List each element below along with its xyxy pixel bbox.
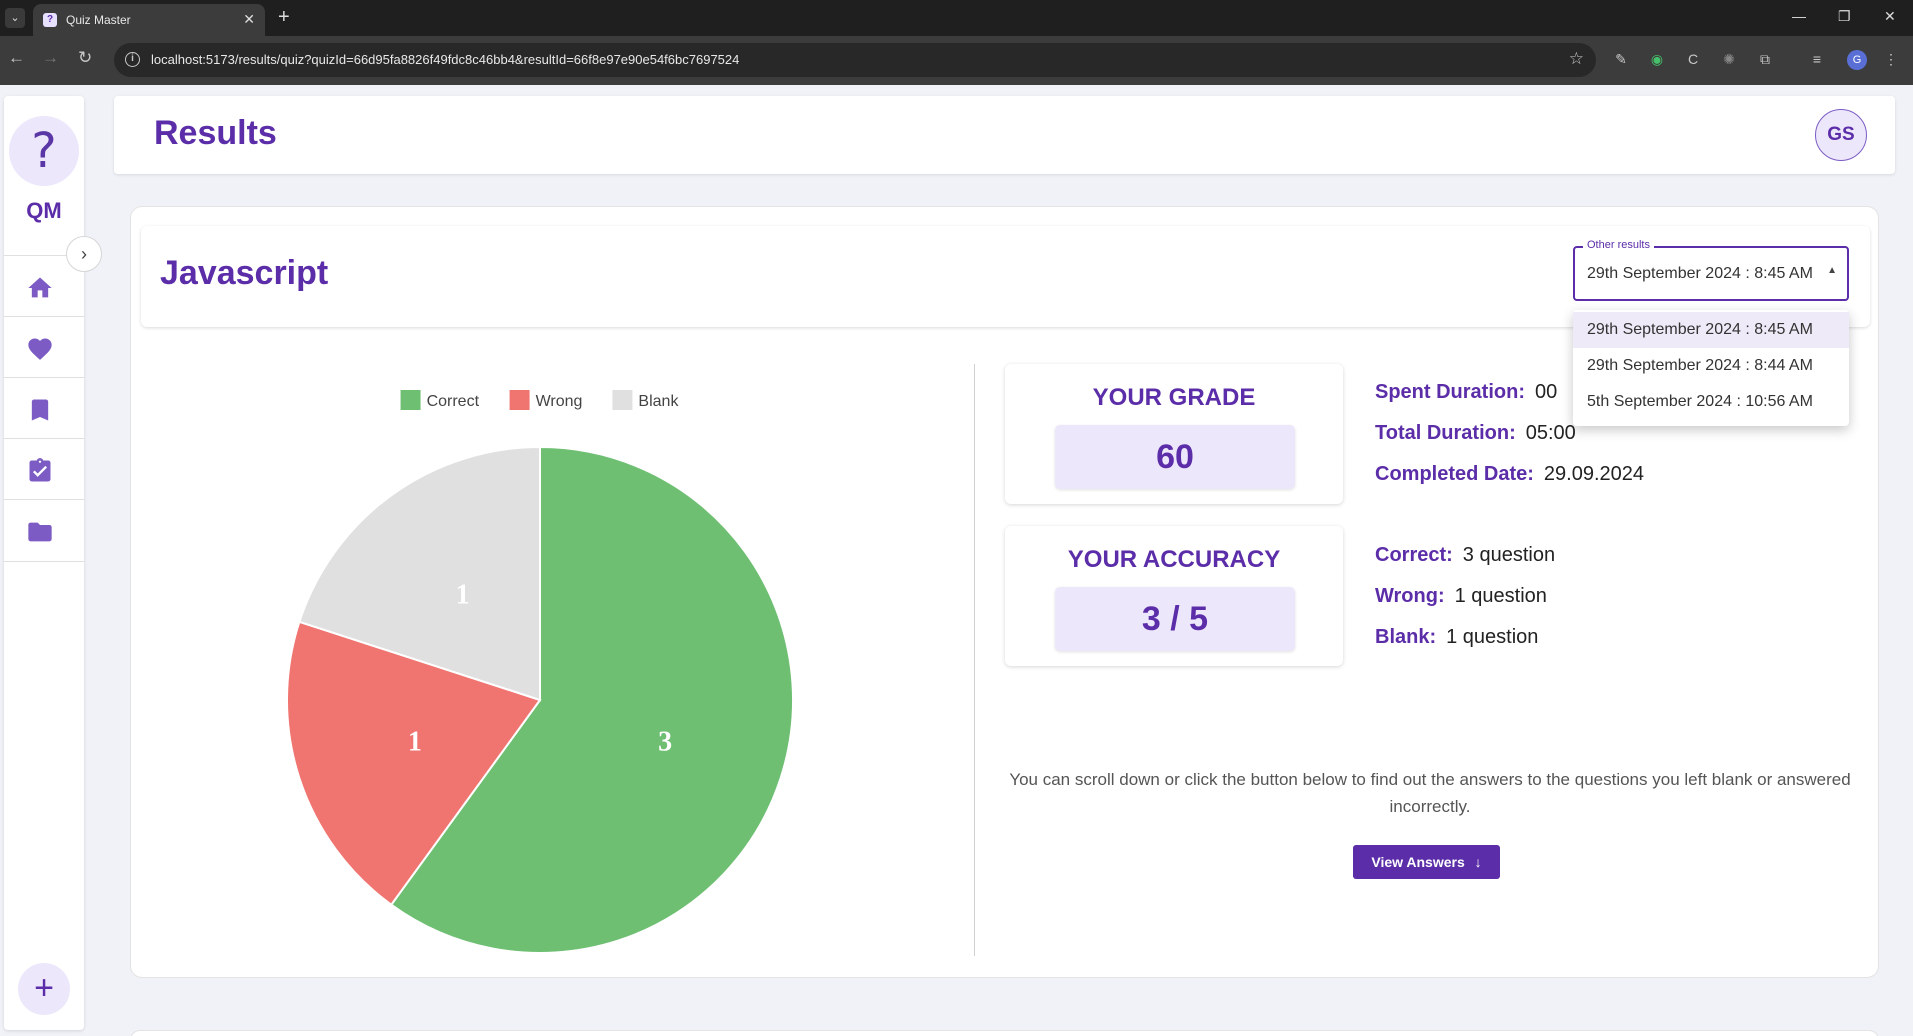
blank-label: Blank: [1375,626,1437,648]
back-icon[interactable]: ← [8,48,25,68]
other-results-label: Other results [1583,239,1654,251]
sidebar-item-favorites[interactable] [4,316,84,377]
site-info-icon[interactable]: i [125,52,140,67]
pie-data-label: 1 [456,580,470,611]
dropdown-option[interactable]: 29th September 2024 : 8:45 AM [1573,312,1849,348]
close-window-icon[interactable]: ✕ [1884,8,1896,25]
legend-swatch [400,390,421,410]
tab-search-button[interactable]: ⌄ [5,8,25,28]
legend-label: Correct [427,393,480,410]
minimize-icon[interactable]: — [1792,8,1806,24]
vertical-divider [974,364,975,956]
legend-item[interactable]: Correct [400,390,480,410]
address-bar[interactable]: i localhost:5173/results/quiz?quizId=66d… [114,43,1596,77]
extension-circle-icon[interactable]: ◉ [1648,50,1666,68]
total-duration-row: Total Duration: 05:00 [1375,422,1576,445]
legend-label: Wrong [536,393,583,410]
grade-card: YOUR GRADE 60 [1005,364,1343,504]
legend-item[interactable]: Wrong [509,390,583,410]
forward-icon[interactable]: → [42,48,59,68]
url-text: localhost:5173/results/quiz?quizId=66d95… [151,52,740,67]
bookmark-star-icon[interactable]: ☆ [1569,49,1584,69]
grade-value: 60 [1055,425,1295,489]
quiz-title: Javascript [160,254,329,292]
extension-sun-icon[interactable]: ✺ [1720,50,1738,68]
wrong-value: 1 question [1454,585,1547,607]
tab-title: Quiz Master [66,13,131,27]
other-results-select[interactable]: Other results 29th September 2024 : 8:45… [1573,239,1849,301]
correct-label: Correct: [1375,544,1453,566]
total-duration-label: Total Duration: [1375,422,1516,444]
accuracy-title: YOUR ACCURACY [1067,546,1281,573]
sidebar-item-bookmarks[interactable] [4,377,84,438]
legend-swatch [509,390,530,410]
close-tab-icon[interactable]: ✕ [243,11,255,28]
quiz-logo-icon: ? [9,116,79,186]
correct-row: Correct: 3 question [1375,544,1555,567]
media-queue-icon[interactable]: ≡ [1808,50,1826,68]
add-quiz-button[interactable]: + [18,963,70,1015]
wrong-label: Wrong: [1375,585,1445,607]
correct-value: 3 question [1462,544,1556,566]
sidebar-expand-button[interactable]: › [66,236,102,272]
browser-tab-bar: ⌄ ? Quiz Master ✕ + — ❐ ✕ [0,0,1913,36]
restore-icon[interactable]: ❐ [1838,8,1851,25]
sidebar: ? QM + [4,96,84,1030]
clipboard-check-icon [29,458,51,482]
legend-item[interactable]: Blank [612,390,679,410]
dropdown-option[interactable]: 5th September 2024 : 10:56 AM [1573,384,1849,420]
new-tab-icon[interactable]: + [278,6,290,29]
completed-date-value: 29.09.2024 [1543,463,1645,485]
browser-toolbar: ← → ↻ i localhost:5173/results/quiz?quiz… [0,36,1913,85]
browser-profile-avatar[interactable]: G [1847,50,1867,70]
completed-date-label: Completed Date: [1375,463,1534,485]
logo-text: QM [26,198,62,223]
page-header: Results GS [114,96,1895,174]
grade-title: YOUR GRADE [1092,384,1256,411]
legend-label: Blank [638,393,679,410]
spent-duration-row: Spent Duration: 00 [1375,381,1557,404]
blank-row: Blank: 1 question [1375,626,1538,649]
sidebar-item-quizzes[interactable] [4,438,84,499]
legend-swatch [612,390,633,410]
spent-duration-label: Spent Duration: [1375,381,1525,403]
sidebar-item-folders[interactable] [4,499,84,560]
bookmark-icon [31,399,49,421]
view-answers-label: View Answers [1371,854,1465,870]
favicon-icon: ? [43,13,57,27]
page-title: Results [154,114,277,152]
results-pie-chart: Correct Wrong Blank 3 1 1 [286,390,794,954]
browser-menu-icon[interactable]: ⋮ [1882,50,1900,68]
folder-icon [28,522,52,542]
extensions-puzzle-icon[interactable]: ⧉ [1756,50,1774,68]
eyedropper-icon[interactable]: ✎ [1612,50,1630,68]
dropdown-option[interactable]: 29th September 2024 : 8:44 AM [1573,348,1849,384]
heart-icon [28,338,52,360]
answers-hint-text: You can scroll down or click the button … [1009,770,1851,816]
other-results-dropdown: 29th September 2024 : 8:45 AM 29th Septe… [1573,310,1849,426]
extension-code-icon[interactable]: C [1684,50,1702,68]
answers-section-card [130,1030,1879,1036]
caret-up-icon: ▲ [1827,265,1837,276]
other-results-value: 29th September 2024 : 8:45 AM [1587,265,1813,282]
completed-date-row: Completed Date: 29.09.2024 [1375,463,1644,486]
home-icon [28,277,52,298]
browser-tab[interactable]: ? Quiz Master ✕ [33,4,265,36]
spent-duration-value: 00 [1535,381,1558,403]
user-avatar[interactable]: GS [1815,109,1867,161]
accuracy-value: 3 / 5 [1055,587,1295,651]
arrow-down-icon: ↓ [1474,854,1482,870]
pie-data-label: 3 [658,727,672,758]
sidebar-divider [4,561,84,562]
blank-value: 1 question [1446,626,1539,648]
reload-icon[interactable]: ↻ [78,48,92,68]
total-duration-value: 05:00 [1525,422,1576,444]
accuracy-card: YOUR ACCURACY 3 / 5 [1005,526,1343,666]
wrong-row: Wrong: 1 question [1375,585,1547,608]
pie-data-label: 1 [408,727,422,758]
view-answers-button[interactable]: View Answers ↓ [1353,845,1500,879]
